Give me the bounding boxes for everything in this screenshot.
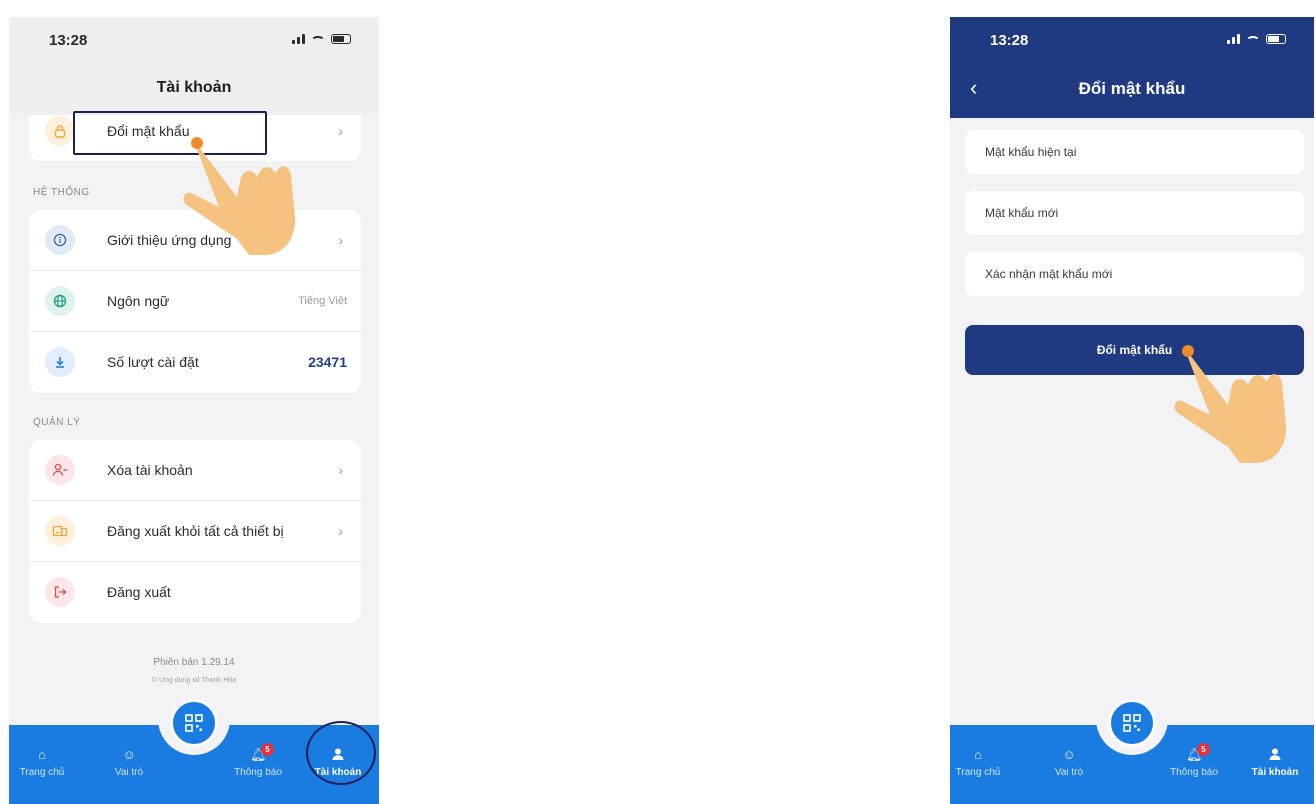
installs-label: Số lượt cài đặt bbox=[107, 354, 199, 370]
status-bar: 13:28 bbox=[950, 17, 1314, 57]
logout-all-devices-label: Đăng xuất khỏi tất cả thiết bị bbox=[107, 523, 284, 539]
highlight-account-tab bbox=[306, 721, 376, 785]
tab-home-label: Trang chủ bbox=[955, 767, 1001, 778]
page-title: Tài khoản bbox=[156, 79, 232, 96]
qr-icon bbox=[1123, 714, 1141, 732]
chevron-right-icon: › bbox=[338, 462, 343, 478]
status-icons bbox=[1227, 33, 1286, 44]
globe-icon bbox=[45, 286, 75, 316]
tab-notifications-label: Thông báo bbox=[1170, 767, 1218, 778]
lock-icon bbox=[45, 116, 75, 146]
tab-role-label: Vai trò bbox=[1054, 767, 1084, 778]
role-icon: ☺ bbox=[122, 747, 136, 762]
chevron-right-icon: › bbox=[338, 523, 343, 539]
download-icon bbox=[45, 347, 75, 377]
signal-icon bbox=[292, 33, 305, 44]
app-version: Phiên bản 1.29.14 bbox=[153, 657, 235, 668]
chevron-right-icon: › bbox=[338, 123, 343, 139]
page-title: Đổi mật khẩu bbox=[1078, 79, 1186, 98]
role-icon: ☺ bbox=[1062, 747, 1076, 762]
logout-all-devices-item[interactable]: Đăng xuất khỏi tất cả thiết bị › bbox=[29, 501, 361, 561]
home-icon: ⌂ bbox=[38, 747, 46, 762]
manage-card: Xóa tài khoản › Đăng xuất khỏi tất cả th… bbox=[29, 440, 361, 623]
hand-pointer-icon bbox=[1174, 345, 1287, 463]
tab-notifications[interactable]: 🔔︎ 5 Thông báo bbox=[1159, 743, 1229, 778]
tab-role-label: Vai trò bbox=[114, 767, 144, 778]
logout-item[interactable]: Đăng xuất bbox=[29, 562, 361, 622]
delete-account-label: Xóa tài khoản bbox=[107, 462, 193, 478]
confirm-password-input[interactable]: Xác nhận mật khẩu mới bbox=[965, 252, 1304, 296]
user-icon bbox=[1267, 747, 1283, 763]
tab-home-label: Trang chủ bbox=[19, 767, 65, 778]
language-value: Tiếng Việt bbox=[298, 295, 347, 307]
change-password-screen: 13:28 ‹ Đổi mật khẩu Mật khẩu hiện tại M… bbox=[950, 17, 1314, 804]
system-section-title: HỆ THỐNG bbox=[33, 187, 90, 198]
tab-role[interactable]: ☺ Vai trò bbox=[94, 747, 164, 778]
tab-account[interactable]: Tài khoản bbox=[1240, 747, 1310, 778]
manage-section-title: QUẢN LÝ bbox=[33, 417, 81, 428]
devices-logout-icon bbox=[45, 516, 75, 546]
language-label: Ngôn ngữ bbox=[107, 293, 170, 309]
tab-bar: ⌂ Trang chủ ☺ Vai trò 🔔︎ 5 Thông báo Tài… bbox=[950, 699, 1314, 804]
notification-badge: 5 bbox=[1197, 743, 1210, 756]
installs-value: 23471 bbox=[308, 354, 347, 370]
copyright-text: © Ứng dụng số Thanh Hóa bbox=[151, 677, 237, 684]
account-screen: 13:28 Tài khoản Đổi mật khẩu › HỆ THỐNG … bbox=[9, 17, 379, 804]
notification-badge: 5 bbox=[261, 743, 274, 756]
current-password-input[interactable]: Mật khẩu hiện tại bbox=[965, 130, 1304, 174]
new-password-input[interactable]: Mật khẩu mới bbox=[965, 191, 1304, 235]
qr-icon bbox=[185, 714, 203, 732]
chevron-right-icon: › bbox=[338, 232, 343, 248]
status-icons bbox=[292, 33, 351, 44]
status-time: 13:28 bbox=[49, 32, 88, 49]
signal-icon bbox=[1227, 33, 1240, 44]
installs-item: Số lượt cài đặt 23471 bbox=[29, 332, 361, 392]
home-icon: ⌂ bbox=[974, 747, 982, 762]
wifi-icon bbox=[1246, 35, 1260, 46]
qr-scan-button[interactable] bbox=[1108, 699, 1156, 747]
status-time: 13:28 bbox=[990, 32, 1029, 49]
qr-scan-button[interactable] bbox=[170, 699, 218, 747]
tab-home[interactable]: ⌂ Trang chủ bbox=[9, 747, 77, 778]
battery-icon bbox=[1266, 33, 1286, 44]
user-remove-icon bbox=[45, 455, 75, 485]
wifi-icon bbox=[311, 35, 325, 46]
tab-notifications-label: Thông báo bbox=[234, 767, 282, 778]
logout-icon bbox=[45, 577, 75, 607]
tab-home[interactable]: ⌂ Trang chủ bbox=[950, 747, 1013, 778]
tab-account-label: Tài khoản bbox=[1251, 767, 1299, 778]
tab-role[interactable]: ☺ Vai trò bbox=[1034, 747, 1104, 778]
logout-label: Đăng xuất bbox=[107, 584, 171, 600]
status-bar: 13:28 bbox=[9, 17, 379, 57]
hand-pointer-icon bbox=[183, 137, 296, 255]
change-password-header: 13:28 ‹ Đổi mật khẩu bbox=[950, 17, 1314, 118]
delete-account-item[interactable]: Xóa tài khoản › bbox=[29, 440, 361, 500]
language-item[interactable]: Ngôn ngữ Tiếng Việt bbox=[29, 271, 361, 331]
battery-icon bbox=[331, 33, 351, 44]
tab-notifications[interactable]: 🔔︎ 5 Thông báo bbox=[223, 743, 293, 778]
info-icon bbox=[45, 225, 75, 255]
